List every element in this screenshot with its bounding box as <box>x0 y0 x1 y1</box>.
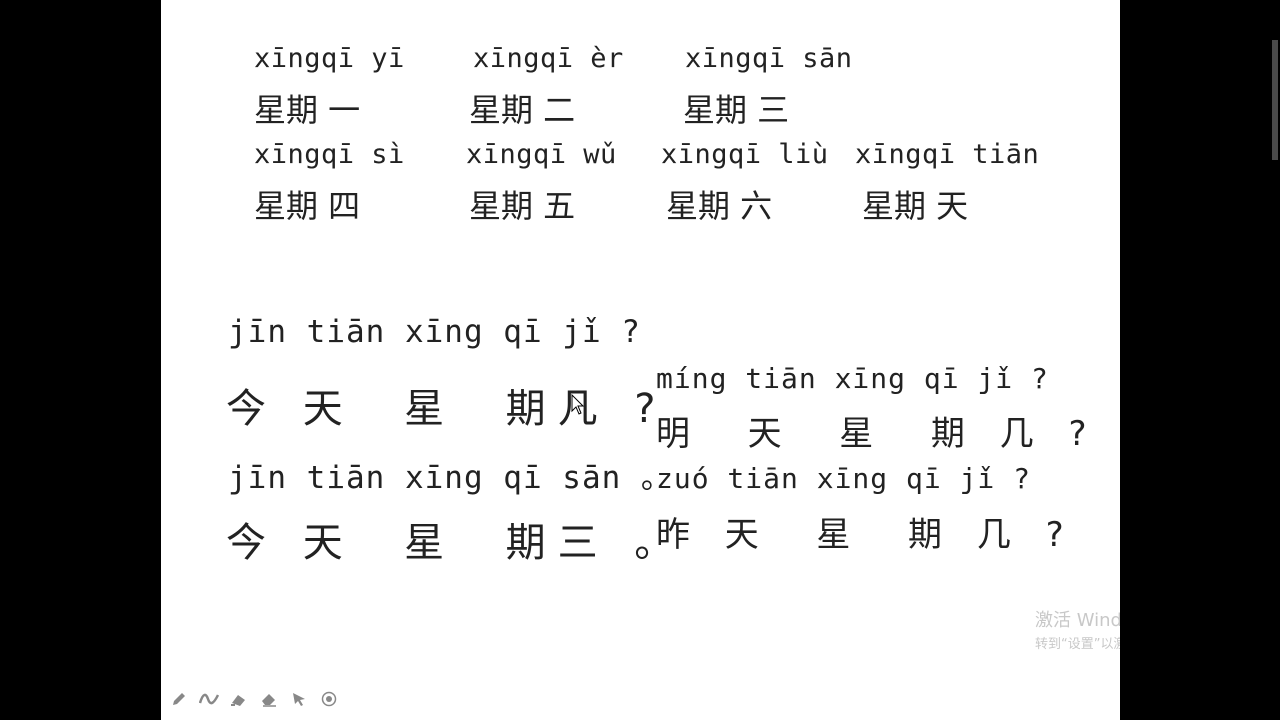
highlighter-icon[interactable] <box>229 688 249 710</box>
weekday-pinyin-sat: xīngqī liù <box>661 139 829 170</box>
slide-canvas: xīngqī yī 星期 一 xīngqī èr 星期 二 xīngqī sān… <box>161 0 1120 720</box>
mouse-cursor-icon <box>571 394 585 415</box>
scrollbar-thumb[interactable] <box>1272 40 1278 160</box>
weekday-hanzi-mon: 星期 一 <box>254 91 361 129</box>
activation-watermark-subtitle: 转到“设置”以激活 Windows。 <box>1035 637 1120 652</box>
weekday-pinyin-mon: xīngqī yī <box>254 43 405 74</box>
answer-today-hanzi: 今 天 星 期三 。 <box>226 520 687 566</box>
weekday-pinyin-fri: xīngqī wǔ <box>466 139 617 170</box>
squiggle-icon[interactable] <box>199 688 219 710</box>
record-icon[interactable] <box>319 688 339 710</box>
pen-icon[interactable] <box>169 688 189 710</box>
weekday-hanzi-sun: 星期 天 <box>862 187 969 225</box>
question-tomorrow-pinyin: míng tiān xīng qī jǐ ? <box>656 362 1049 395</box>
eraser-icon[interactable] <box>259 688 279 710</box>
question-yesterday-pinyin: zuó tiān xīng qī jǐ ? <box>656 462 1032 495</box>
weekday-hanzi-tue: 星期 二 <box>469 91 576 129</box>
right-letterbox <box>1120 0 1280 720</box>
question-tomorrow-hanzi: 明 天 星 期 几 ? <box>656 414 1099 454</box>
annotation-toolbar <box>169 688 339 710</box>
weekday-hanzi-sat: 星期 六 <box>666 187 773 225</box>
activation-watermark-title: 激活 Windows <box>1035 610 1120 631</box>
weekday-pinyin-thu: xīngqī sì <box>254 139 405 170</box>
weekday-hanzi-fri: 星期 五 <box>469 187 576 225</box>
weekday-hanzi-thu: 星期 四 <box>254 187 361 225</box>
pointer-icon[interactable] <box>289 688 309 710</box>
weekday-pinyin-sun: xīngqī tiān <box>855 139 1040 170</box>
weekday-pinyin-tue: xīngqī èr <box>473 43 624 74</box>
question-yesterday-hanzi: 昨 天 星 期 几 ? <box>656 515 1076 555</box>
question-today-pinyin: jīn tiān xīng qī jǐ ? <box>228 314 641 350</box>
answer-today-pinyin: jīn tiān xīng qī sān 。 <box>228 460 673 496</box>
weekday-hanzi-wed: 星期 三 <box>683 91 790 129</box>
weekday-pinyin-wed: xīngqī sān <box>685 43 853 74</box>
question-today-hanzi: 今 天 星 期几 ? <box>226 386 668 432</box>
